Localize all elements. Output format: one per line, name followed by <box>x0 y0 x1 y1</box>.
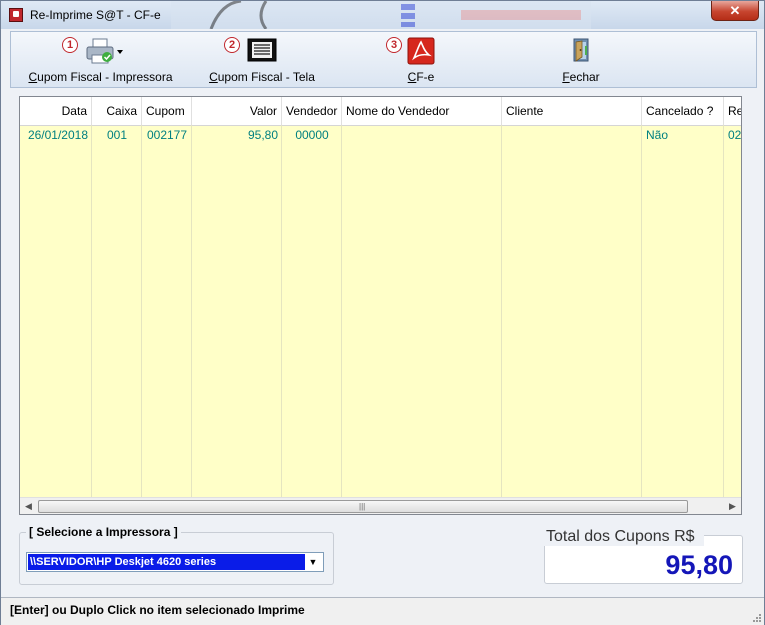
table-row[interactable]: 26/01/2018 001 002177 95,80 00000 Não 02… <box>20 125 741 145</box>
col-divider <box>341 125 342 498</box>
col-header-data[interactable]: Data <box>20 97 92 125</box>
cupom-fiscal-tela-button[interactable]: 2 Cupom Fiscal - Tela <box>197 32 327 87</box>
cupom-fiscal-impressora-button[interactable]: 1 Cupom Fiscal - Impressora <box>13 32 188 87</box>
col-header-valor[interactable]: Valor <box>192 97 282 125</box>
scroll-grip-icon: ||| <box>359 502 366 511</box>
close-button[interactable]: ✕ <box>711 1 759 21</box>
app-icon <box>9 8 23 22</box>
col-divider <box>501 125 502 498</box>
cell-valor: 95,80 <box>247 128 278 142</box>
cell-nome-vendedor <box>342 125 502 145</box>
cell-data: 26/01/2018 <box>27 128 88 142</box>
exit-door-icon <box>573 38 589 62</box>
scroll-left-icon[interactable]: ◀ <box>20 498 37 514</box>
step-badge-2: 2 <box>224 37 240 53</box>
chevron-down-icon[interactable]: ▼ <box>305 555 321 569</box>
title-background-decoration-icon <box>171 1 591 29</box>
screen-icon <box>247 38 277 62</box>
col-header-vendedor[interactable]: Vendedor <box>282 97 342 125</box>
pdf-icon <box>407 37 435 65</box>
cupons-grid[interactable]: Data Caixa Cupom Valor Vendedor Nome do … <box>19 96 742 515</box>
step-badge-3: 3 <box>386 37 402 53</box>
printer-select-value: \\SERVIDOR\HP Deskjet 4620 series <box>28 554 305 570</box>
cell-caixa: 001 <box>106 128 128 142</box>
col-header-cupom[interactable]: Cupom <box>142 97 192 125</box>
grid-header: Data Caixa Cupom Valor Vendedor Nome do … <box>20 97 741 126</box>
col-divider <box>281 125 282 498</box>
printer-select[interactable]: \\SERVIDOR\HP Deskjet 4620 series ▼ <box>26 552 324 572</box>
cell-re: 027 <box>728 128 742 142</box>
cfe-label: CF-e <box>407 70 435 84</box>
cell-vendedor: 00000 <box>295 128 329 142</box>
printer-group: [ Selecione a Impressora ] \\SERVIDOR\HP… <box>19 525 334 585</box>
scroll-thumb[interactable]: ||| <box>38 500 688 513</box>
printer-group-legend: [ Selecione a Impressora ] <box>26 525 181 539</box>
resize-grip-icon[interactable] <box>751 612 761 622</box>
title-bar[interactable]: Re-Imprime S@T - CF-e ✕ <box>1 1 764 29</box>
window-title: Re-Imprime S@T - CF-e <box>30 8 161 22</box>
status-text: [Enter] ou Duplo Click no item seleciona… <box>10 603 305 617</box>
status-bar: [Enter] ou Duplo Click no item seleciona… <box>1 597 764 625</box>
col-divider <box>723 125 724 498</box>
fechar-button[interactable]: Fechar <box>541 32 621 87</box>
col-header-re[interactable]: Re <box>724 97 741 125</box>
col-divider <box>91 125 92 498</box>
col-divider <box>141 125 142 498</box>
cell-cancelado: Não <box>646 128 669 142</box>
col-header-cliente[interactable]: Cliente <box>502 97 642 125</box>
step-badge-1: 1 <box>62 37 78 53</box>
col-divider <box>191 125 192 498</box>
printer-icon <box>86 38 123 64</box>
scroll-right-icon[interactable]: ▶ <box>724 498 741 514</box>
toolbar: 1 Cupom Fiscal - Impressora 2 Cupom Fisc… <box>10 31 757 88</box>
cell-cliente <box>502 125 642 145</box>
col-header-nome-vendedor[interactable]: Nome do Vendedor <box>342 97 502 125</box>
col-divider <box>641 125 642 498</box>
reimprime-window: Re-Imprime S@T - CF-e ✕ 1 Cupom Fiscal -… <box>0 0 765 625</box>
cfe-button[interactable]: 3 CF-e <box>381 32 461 87</box>
col-header-cancelado[interactable]: Cancelado ? <box>642 97 724 125</box>
cupom-fiscal-tela-label: Cupom Fiscal - Tela <box>209 70 315 84</box>
fechar-label: Fechar <box>562 70 600 84</box>
horizontal-scrollbar[interactable]: ◀ ||| ▶ <box>20 497 741 514</box>
cupom-fiscal-impressora-label: Cupom Fiscal - Impressora <box>28 70 173 84</box>
cell-cupom: 002177 <box>146 128 188 142</box>
total-box: Total dos Cupons R$ 95,80 <box>536 528 743 584</box>
total-value: 95,80 <box>665 550 733 580</box>
total-label: Total dos Cupons R$ <box>536 528 704 546</box>
col-header-caixa[interactable]: Caixa <box>92 97 142 125</box>
